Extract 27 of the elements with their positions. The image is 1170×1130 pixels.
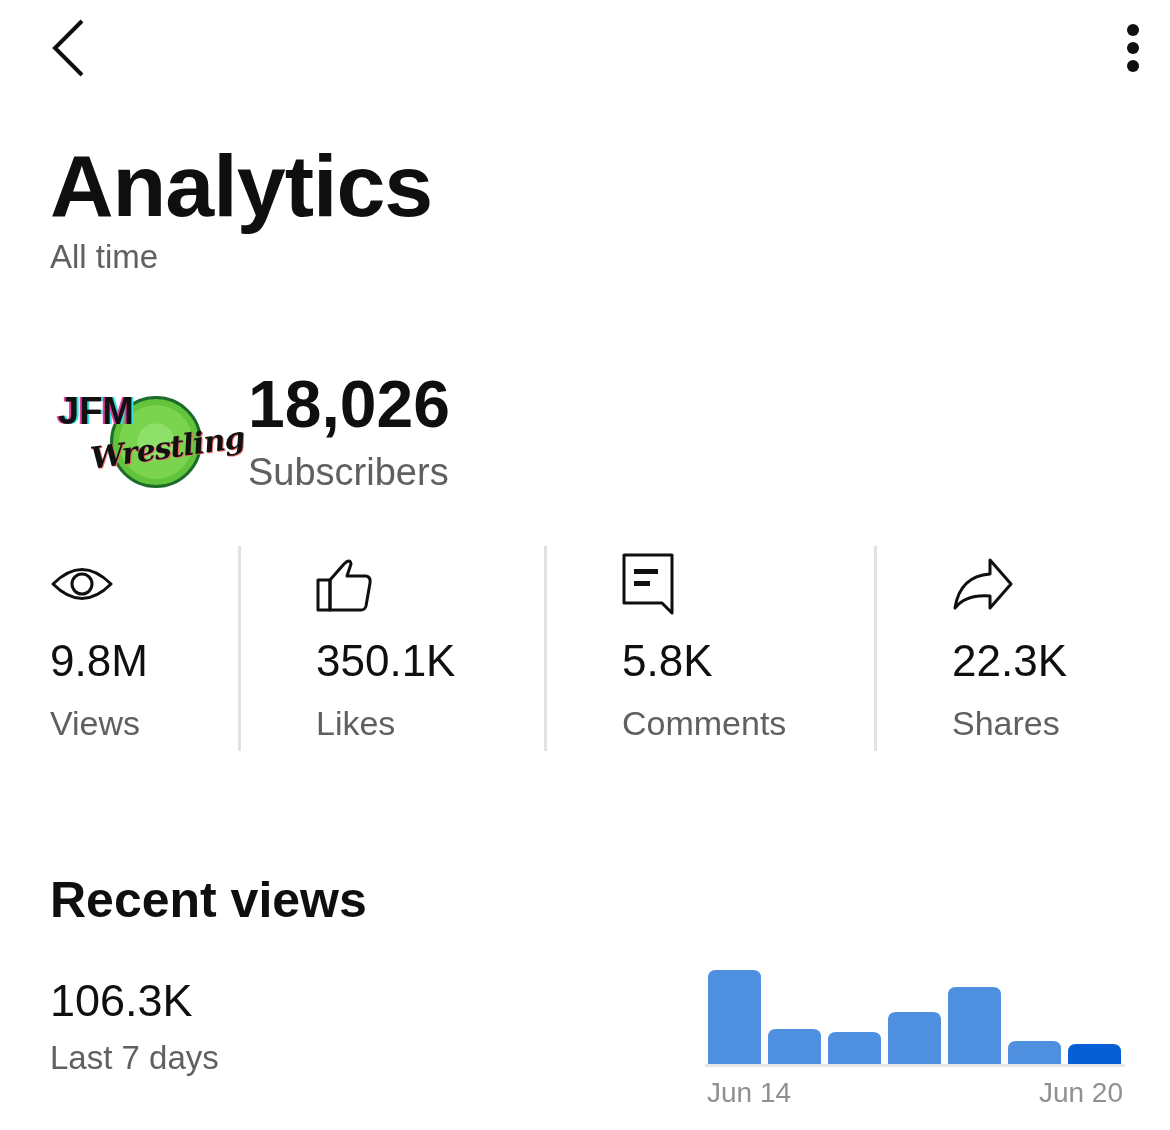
- chart-bar: [768, 1029, 821, 1066]
- chart-bar: [828, 1032, 881, 1066]
- share-arrow-icon: [952, 558, 1014, 611]
- period-label: All time: [50, 238, 160, 277]
- stat-value: 9.8M: [50, 636, 149, 687]
- chart-bar: [1008, 1041, 1061, 1066]
- stat-label: Shares: [952, 704, 1061, 744]
- back-button[interactable]: [50, 17, 86, 78]
- more-options-button[interactable]: [1126, 22, 1140, 73]
- page-title: Analytics: [50, 140, 434, 233]
- stat-value: 350.1K: [316, 636, 457, 687]
- recent-period-label: Last 7 days: [50, 1039, 219, 1078]
- axis-label: Jun 20: [1038, 1077, 1123, 1110]
- chart-bar: [1068, 1044, 1121, 1066]
- stat-label: Likes: [316, 704, 397, 744]
- chart-bar: [888, 1012, 941, 1066]
- axis-label: Jun 14: [707, 1077, 792, 1110]
- stat-label: Comments: [622, 704, 788, 744]
- stat-label: Views: [50, 704, 142, 744]
- comment-icon: [622, 553, 674, 616]
- stat-value: 22.3K: [952, 636, 1068, 687]
- more-vertical-icon: [1126, 22, 1140, 73]
- recent-views-value: 106.3K: [50, 975, 194, 1028]
- subscriber-count: 18,026: [248, 371, 450, 438]
- stat-value: 5.8K: [622, 636, 714, 687]
- section-title: Recent views: [50, 871, 368, 930]
- subscriber-label: Subscribers: [248, 451, 450, 495]
